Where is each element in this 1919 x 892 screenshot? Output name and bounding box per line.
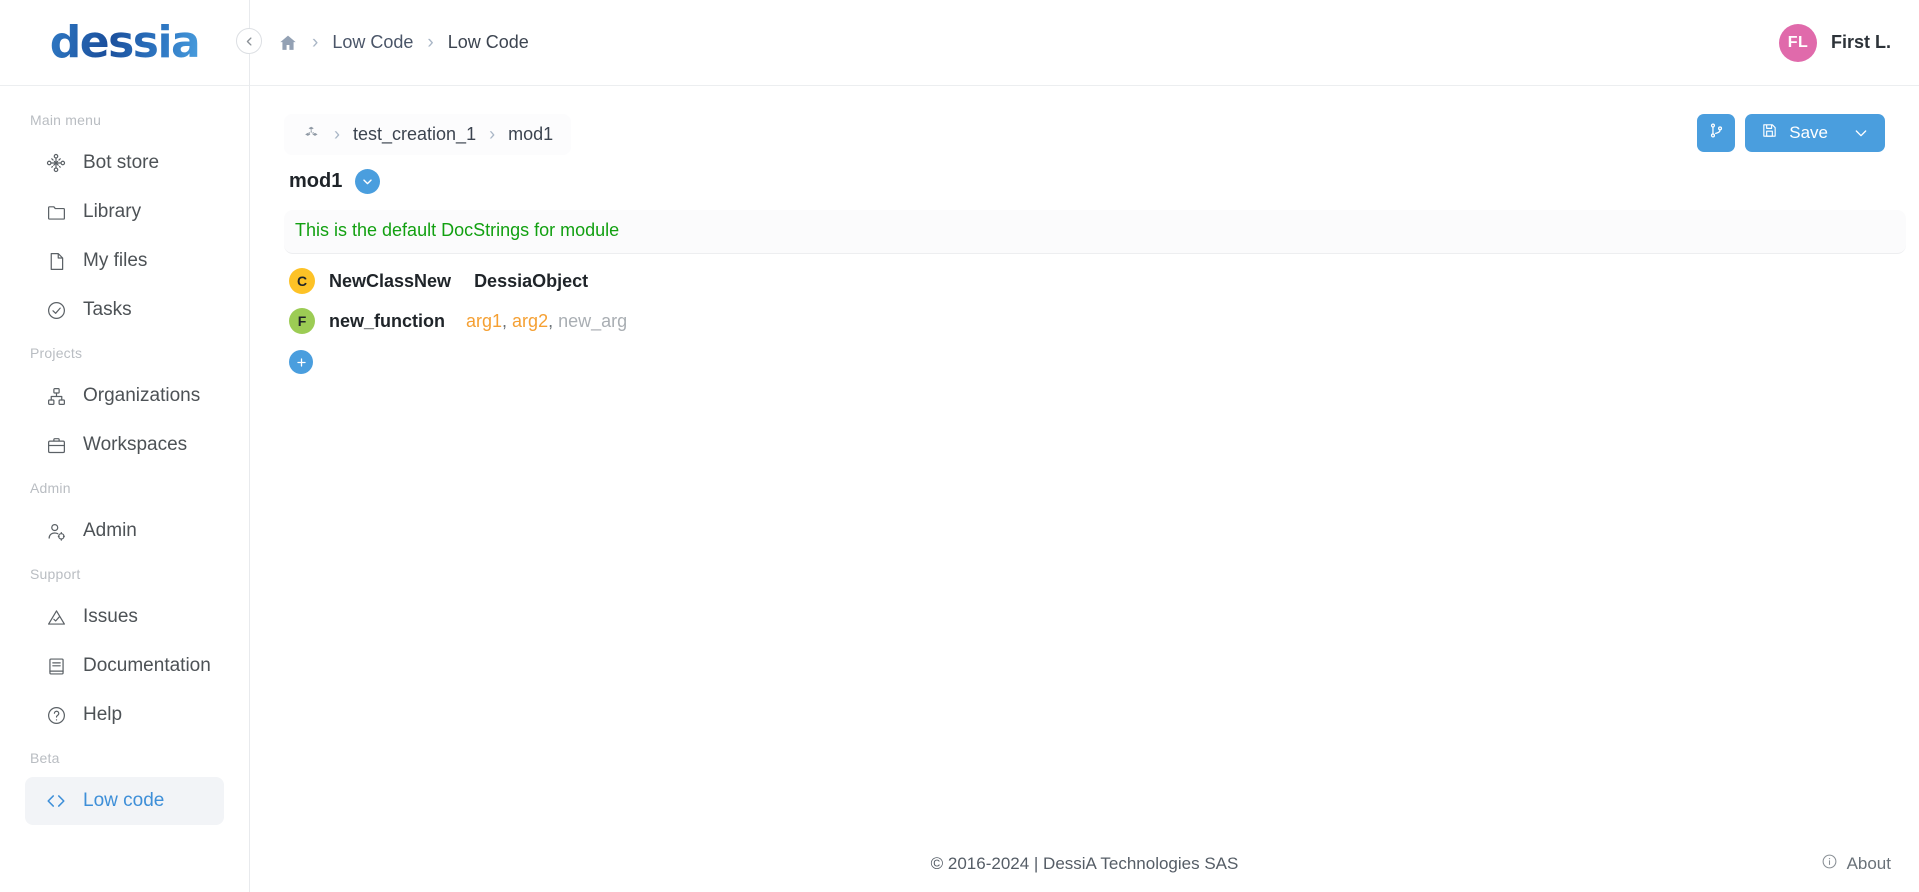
sidebar-section-beta: Beta [30,750,60,766]
about-label: About [1846,854,1891,873]
add-member-row [284,350,1885,374]
plus-icon [296,357,306,367]
file-icon [45,250,67,272]
git-branch-button[interactable] [1697,114,1736,152]
user-name: First L. [1830,32,1891,52]
info-circle-icon [1821,853,1838,875]
module-expand-button[interactable] [355,169,381,194]
sidebar-section-projects: Projects [30,345,83,361]
sidebar-item-documentation[interactable]: Documentation [25,642,224,690]
member-name: new_function [329,310,445,331]
module-breadcrumb-package[interactable]: test_creation_1 [353,124,476,145]
avatar: FL [1778,23,1817,62]
arg-item: arg2 [512,310,549,331]
sidebar-item-label: Admin [83,520,137,541]
module-breadcrumb-module[interactable]: mod1 [508,124,553,145]
member-row-class[interactable]: C NewClassNew DessiaObject [284,268,1885,294]
content-area: › test_creation_1 › mod1 Save mod1 This … [250,86,1919,836]
sidebar-nav: Main menu Bot store Library My files Tas… [0,86,249,892]
sidebar-item-bot-store[interactable]: Bot store [25,139,224,187]
sidebar-section-main-menu: Main menu [30,112,102,128]
app-root: dessia Main menu Bot store Library My fi… [0,0,1919,892]
org-chart-icon [45,385,67,407]
module-breadcrumb-separator: › [334,124,340,144]
sidebar-item-label: Organizations [83,385,201,406]
book-icon [45,655,67,677]
sidebar-item-admin[interactable]: Admin [25,507,224,555]
member-args: arg1, arg2, new_arg [466,311,627,332]
copyright-text: © 2016-2024 | DessiA Technologies SAS [930,854,1239,873]
sidebar-item-tasks[interactable]: Tasks [25,286,224,334]
sidebar-item-my-files[interactable]: My files [25,237,224,285]
sidebar-item-low-code[interactable]: Low code [25,777,224,825]
module-docstring: This is the default DocStrings for modul… [295,220,620,240]
about-button[interactable]: About [1821,853,1891,875]
module-docstring-card[interactable]: This is the default DocStrings for modul… [284,210,1906,254]
git-branch-icon [1708,122,1725,144]
topbar: › Low Code › Low Code FL First L. [250,0,1919,86]
sidebar-item-label: Workspaces [83,434,188,455]
question-circle-icon [45,704,67,726]
sidebar-item-label: Documentation [83,655,211,676]
save-button-label: Save [1789,123,1828,142]
folder-icon [45,201,67,223]
user-cog-icon [45,520,67,542]
function-badge: F [289,308,315,334]
arg-separator: , [502,310,513,331]
arg-item: new_arg [558,310,628,331]
logo-text: dessia [49,17,201,68]
sidebar-item-label: Help [83,704,123,725]
sidebar-item-label: Library [83,201,142,222]
member-row-function[interactable]: F new_function arg1, arg2, new_arg [284,308,1885,334]
sidebar-item-label: Issues [83,606,138,627]
sidebar-item-label: Low code [83,790,165,811]
sidebar-section-admin: Admin [30,480,71,496]
sidebar-collapse-button[interactable] [236,28,262,54]
sidebar-item-library[interactable]: Library [25,188,224,236]
warning-triangle-icon [45,606,67,628]
save-button[interactable]: Save [1745,114,1885,152]
class-badge: C [289,268,315,294]
sidebar-section-support: Support [30,566,81,582]
user-menu[interactable]: FL First L. [1778,23,1891,62]
sidebar: dessia Main menu Bot store Library My fi… [0,0,262,892]
main-area: › Low Code › Low Code FL First L. › test… [250,0,1919,892]
content-header: › test_creation_1 › mod1 Save [284,114,1885,155]
module-breadcrumb: › test_creation_1 › mod1 [284,114,572,155]
breadcrumb-separator: › [427,31,434,53]
action-buttons: Save [1697,114,1885,152]
chevron-down-icon [363,179,373,185]
module-title-row: mod1 [289,169,1885,194]
sidebar-item-label: Bot store [83,152,160,173]
module-title: mod1 [289,170,343,192]
code-brackets-icon [45,790,67,812]
sidebar-item-issues[interactable]: Issues [25,593,224,641]
arg-item: arg1 [466,310,503,331]
sidebar-item-workspaces[interactable]: Workspaces [25,421,224,469]
chevron-left-icon [246,36,252,46]
sidebar-item-label: Tasks [83,299,132,320]
sidebar-item-help[interactable]: Help [25,691,224,739]
sidebar-item-organizations[interactable]: Organizations [25,372,224,420]
sidebar-item-label: My files [83,250,148,271]
breadcrumb-item-low-code-2[interactable]: Low Code [448,32,529,53]
member-name: NewClassNew [329,270,452,291]
breadcrumb-item-low-code-1[interactable]: Low Code [332,32,413,53]
floppy-disk-icon [1761,122,1778,144]
arg-separator: , [548,310,559,331]
chevron-down-icon[interactable] [1853,125,1869,141]
add-button[interactable] [289,350,313,374]
logo[interactable]: dessia [0,0,249,86]
breadcrumb: › Low Code › Low Code [278,32,529,54]
member-base-class: DessiaObject [474,270,589,291]
home-icon[interactable] [278,33,298,53]
footer: © 2016-2024 | DessiA Technologies SAS Ab… [250,836,1919,892]
package-cubes-icon[interactable] [302,125,321,144]
check-circle-icon [45,299,67,321]
bot-store-icon [45,152,67,174]
briefcase-icon [45,434,67,456]
module-breadcrumb-separator: › [489,124,496,144]
breadcrumb-separator: › [312,31,319,53]
